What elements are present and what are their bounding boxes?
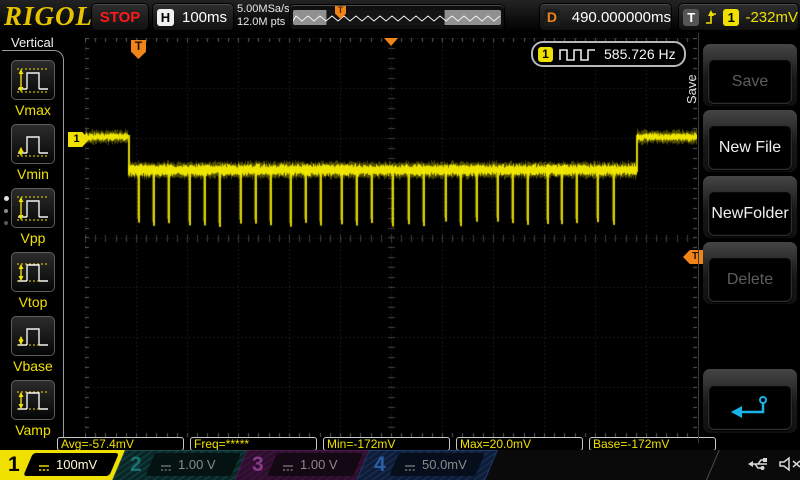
back-button[interactable] xyxy=(708,385,792,430)
measure-item-vamp[interactable]: Vamp xyxy=(10,380,56,438)
delay-readout-box[interactable]: D 490.000000ms xyxy=(539,3,672,31)
memory-depth: 12.0M pts xyxy=(237,16,286,28)
new-file-button[interactable]: New File xyxy=(708,125,792,170)
waveform-display-area: T 1 T 1 585.726 Hz xyxy=(66,33,703,450)
menu-title: Save xyxy=(684,74,699,104)
measure-item-label: Vmin xyxy=(17,166,49,182)
channel-scale-value: 1.00 V xyxy=(178,457,216,472)
channel-number: 2 xyxy=(130,453,142,476)
scroll-dot xyxy=(4,209,8,213)
vmin-icon xyxy=(11,124,55,164)
frequency-value: 585.726 Hz xyxy=(604,46,676,62)
measure-item-vtop[interactable]: Vtop xyxy=(10,252,56,310)
softkey-menu: Save Save New File NewFolder Delete xyxy=(684,33,800,450)
softkey-slot: NewFolder xyxy=(703,176,797,238)
counter-source-badge: 1 xyxy=(538,46,553,62)
measure-item-vpp[interactable]: Vpp xyxy=(10,188,56,246)
channel-number: 1 xyxy=(8,453,20,476)
measure-item-vmin[interactable]: Vmin xyxy=(10,124,56,182)
measurement-readout: Min=-172mV xyxy=(323,437,450,451)
vtop-icon xyxy=(11,252,55,292)
measure-item-vbase[interactable]: Vbase xyxy=(10,316,56,374)
softkey-slot: New File xyxy=(703,110,797,172)
dc-coupling-icon xyxy=(161,465,171,471)
oscilloscope-screen: RIGOL STOP H 100ms 5.00MSa/s 12.0M pts T… xyxy=(0,0,800,480)
measurement-readout: Max=20.0mV xyxy=(456,437,583,451)
trigger-level-value: -232mV xyxy=(745,8,798,26)
trigger-readout-box[interactable]: T 1 -232mV xyxy=(678,3,799,31)
dc-coupling-icon xyxy=(283,465,293,471)
measurement-readout: Avg=-57.4mV xyxy=(57,437,184,451)
vamp-icon xyxy=(11,380,55,420)
measure-item-label: Vbase xyxy=(13,358,53,374)
h-badge: H xyxy=(157,8,174,26)
vbase-icon xyxy=(11,316,55,356)
save-button: Save xyxy=(708,59,792,104)
preview-wave-icon xyxy=(293,15,501,22)
speaker-muted-icon[interactable] xyxy=(777,454,800,474)
channel-scale-value: 50.0mV xyxy=(422,457,467,472)
brand-logo: RIGOL xyxy=(4,1,94,31)
measure-item-label: Vtop xyxy=(18,294,48,310)
horizontal-timebase-box[interactable]: H 100ms xyxy=(152,3,234,31)
square-wave-icon xyxy=(559,48,595,61)
run-state-indicator[interactable]: STOP xyxy=(91,3,149,31)
return-arrow-icon xyxy=(731,395,767,418)
t-badge: T xyxy=(683,8,700,26)
softkey-slot xyxy=(703,369,797,433)
trigger-source-badge: 1 xyxy=(723,8,740,26)
softkey-slot: Delete xyxy=(703,242,797,304)
screen-center-marker xyxy=(384,38,398,46)
record-bar[interactable]: T xyxy=(293,6,501,25)
measurement-results-row: Avg=-57.4mV Freq=***** Min=-172mV Max=20.0m… xyxy=(57,437,722,451)
channel-status-bar: 1 100mV 2 1.00 V 3 1.00 V 4 50.0mV xyxy=(0,450,800,480)
d-badge: D xyxy=(544,8,560,26)
channel-number: 3 xyxy=(252,453,264,476)
softkey-slot: Save xyxy=(703,44,797,106)
vmax-icon xyxy=(11,60,55,100)
channel-number: 4 xyxy=(374,453,386,476)
sidebar-title: Vertical xyxy=(8,35,57,50)
measure-item-label: Vpp xyxy=(20,230,46,246)
status-divider xyxy=(704,450,721,480)
timebase-value: 100ms xyxy=(182,8,228,26)
measure-item-label: Vamp xyxy=(15,422,51,438)
scroll-dot xyxy=(4,221,8,225)
delay-value: 490.000000ms xyxy=(571,8,671,26)
channel-scale-value: 100mV xyxy=(56,457,98,472)
sample-rate: 5.00MSa/s xyxy=(237,3,290,15)
measurement-readout: Base=-172mV xyxy=(589,437,716,451)
frequency-counter: 1 585.726 Hz xyxy=(531,41,686,67)
measure-item-label: Vmax xyxy=(15,102,51,118)
acquisition-info: 5.00MSa/s 12.0M pts xyxy=(237,3,290,29)
waveform-position-preview[interactable]: T xyxy=(289,4,505,30)
measurement-readout: Freq=***** xyxy=(190,437,317,451)
graticule-canvas xyxy=(85,38,697,437)
newfolder-button[interactable]: NewFolder xyxy=(708,191,792,236)
channel-scale-value: 1.00 V xyxy=(300,457,338,472)
dc-coupling-icon xyxy=(405,465,415,471)
usb-icon[interactable] xyxy=(746,454,771,474)
dc-coupling-icon xyxy=(39,465,49,471)
rising-edge-icon xyxy=(706,10,717,24)
vpp-icon xyxy=(11,188,55,228)
measure-sidebar: Vertical Vmax Vmin Vpp Vtop Vbase Vamp xyxy=(0,33,66,449)
top-status-bar: RIGOL STOP H 100ms 5.00MSa/s 12.0M pts T… xyxy=(0,0,800,33)
measure-item-vmax[interactable]: Vmax xyxy=(10,60,56,118)
scroll-dot xyxy=(4,196,9,201)
delete-button: Delete xyxy=(708,257,792,302)
